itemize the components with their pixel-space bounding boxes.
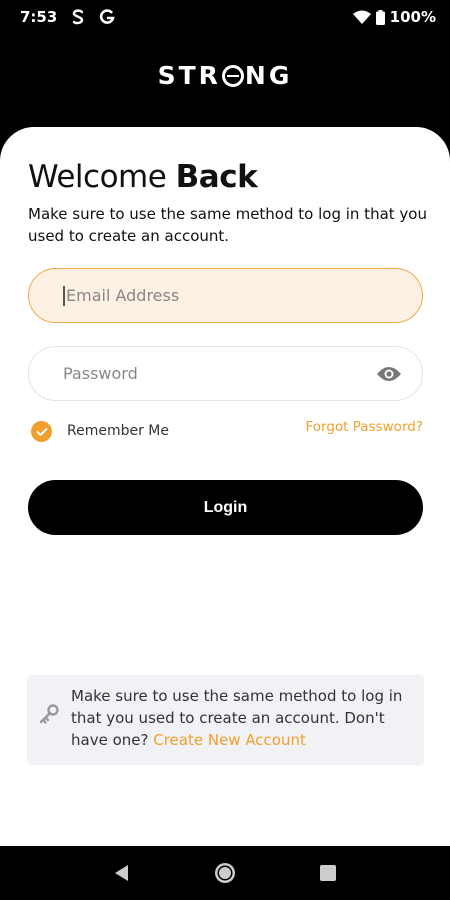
battery-percent: 100% [389, 8, 436, 26]
title-regular: Welcome [28, 159, 176, 195]
page-title: Welcome Back [28, 159, 258, 195]
create-account-link[interactable]: Create New Account [153, 731, 306, 749]
back-icon[interactable] [102, 853, 142, 893]
google-icon [99, 9, 115, 25]
logo-o-mark [221, 64, 244, 87]
login-sheet: Welcome Back Make sure to use the same m… [0, 127, 450, 846]
home-icon[interactable] [205, 853, 245, 893]
nav-bar [0, 846, 450, 900]
check-icon [36, 427, 47, 436]
password-field[interactable]: Password [28, 346, 423, 401]
forgot-password-link[interactable]: Forgot Password? [306, 417, 424, 437]
email-field[interactable]: Email Address [28, 268, 423, 323]
wifi-icon [352, 10, 371, 24]
logo-wordmark: STR NG [157, 60, 293, 90]
key-icon [38, 703, 60, 731]
clock: 7:53 [20, 8, 58, 26]
recents-icon[interactable] [308, 853, 348, 893]
title-bold: Back [175, 159, 258, 195]
brand-logo: STR NG [0, 56, 450, 94]
status-bar: 7:53 100% [0, 0, 450, 34]
battery-icon [375, 9, 385, 25]
email-placeholder: Email Address [66, 286, 180, 305]
page-subtitle: Make sure to use the same method to log … [28, 205, 427, 245]
remember-me-label[interactable]: Remember Me [67, 421, 169, 442]
status-left: 7:53 [20, 8, 115, 26]
notification-s-icon [71, 9, 85, 25]
login-button[interactable]: Login [28, 480, 423, 535]
password-placeholder: Password [63, 364, 138, 383]
remember-me-checkbox[interactable] [31, 421, 52, 442]
text-caret [63, 285, 65, 306]
status-right: 100% [352, 8, 436, 26]
info-box: Make sure to use the same method to log … [27, 675, 424, 765]
eye-icon[interactable] [376, 365, 402, 383]
